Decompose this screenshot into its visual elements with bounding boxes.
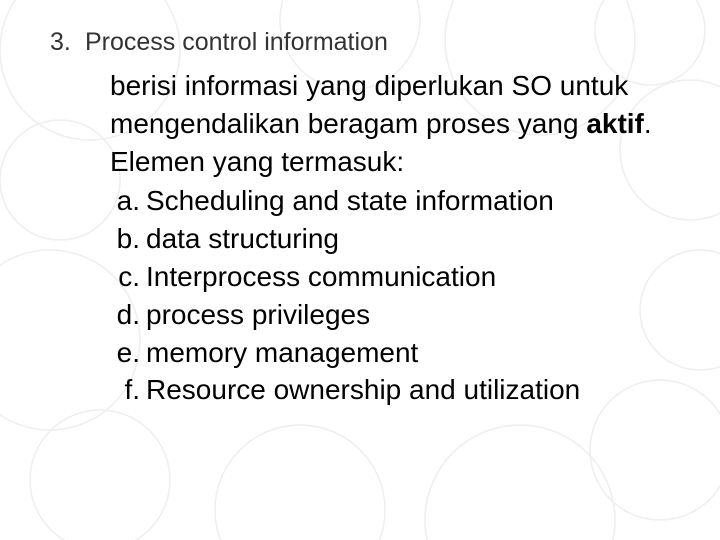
item-label: b. [110, 220, 140, 258]
item-label: f. [110, 371, 140, 409]
list-item: b.data structuring [110, 220, 680, 258]
item-label: c. [110, 258, 140, 296]
list-item: d.process privileges [110, 296, 680, 334]
slide-content: 3. Process control information berisi in… [0, 0, 720, 409]
body-text: berisi informasi yang diperlukan SO untu… [110, 67, 680, 409]
heading-number: 3. [50, 28, 78, 57]
item-label: a. [110, 182, 140, 220]
item-text: Interprocess communication [146, 261, 496, 292]
item-label: d. [110, 296, 140, 334]
list-item: a.Scheduling and state information [110, 182, 680, 220]
item-text: Resource ownership and utilization [146, 374, 580, 405]
sublist: a.Scheduling and state information b.dat… [110, 182, 680, 409]
item-text: Scheduling and state information [146, 185, 554, 216]
item-text: data structuring [146, 223, 339, 254]
item-text: memory management [146, 337, 418, 368]
desc-bold: aktif [586, 108, 644, 139]
item-label: e. [110, 334, 140, 372]
desc-part1: berisi informasi yang diperlukan SO untu… [110, 70, 628, 139]
heading-title: Process control information [85, 28, 388, 56]
heading: 3. Process control information [50, 28, 680, 57]
list-item: f.Resource ownership and utilization [110, 371, 680, 409]
item-text: process privileges [146, 299, 370, 330]
list-item: c.Interprocess communication [110, 258, 680, 296]
list-item: e.memory management [110, 334, 680, 372]
